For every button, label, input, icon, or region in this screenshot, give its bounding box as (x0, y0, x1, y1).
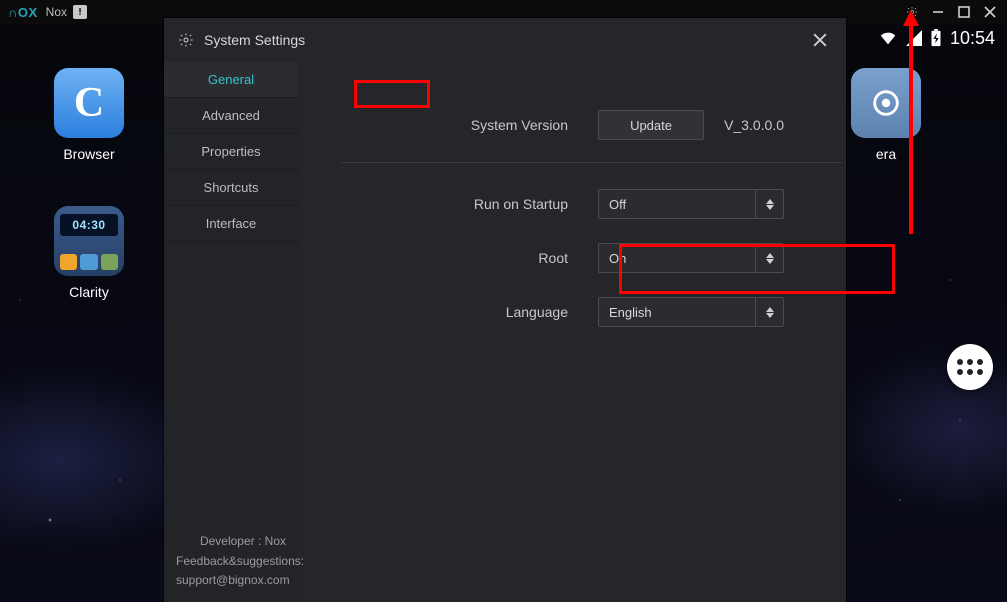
section-divider (342, 162, 842, 163)
tab-properties[interactable]: Properties (164, 134, 298, 170)
update-button[interactable]: Update (598, 110, 704, 140)
root-value: On (609, 251, 626, 266)
apps-drawer-button[interactable] (947, 344, 993, 390)
dialog-header: System Settings (164, 18, 846, 62)
dialog-close-button[interactable] (808, 28, 832, 52)
label-root: Root (298, 250, 598, 266)
tab-advanced[interactable]: Advanced (164, 98, 298, 134)
minimize-button[interactable] (925, 0, 951, 24)
battery-charging-icon (930, 29, 942, 47)
close-button[interactable] (977, 0, 1003, 24)
row-run-on-startup: Run on Startup Off (298, 177, 842, 231)
row-language: Language English (298, 285, 842, 339)
browser-app-icon[interactable]: C Browser (54, 68, 124, 162)
tab-general[interactable]: General (164, 62, 298, 98)
tab-interface[interactable]: Interface (164, 206, 298, 242)
version-text: V_3.0.0.0 (724, 117, 784, 133)
language-value: English (609, 305, 652, 320)
desktop-icons: C Browser 04:30 Clarity (54, 68, 124, 300)
sidebar-footer: Developer : Nox Feedback&suggestions: su… (164, 520, 298, 602)
root-select[interactable]: On (598, 243, 784, 273)
status-time: 10:54 (950, 28, 995, 49)
row-system-version: System Version Update V_3.0.0.0 (298, 98, 842, 152)
system-settings-dialog: System Settings General Advanced Propert… (164, 18, 846, 602)
tab-shortcuts[interactable]: Shortcuts (164, 170, 298, 206)
signal-icon (906, 30, 922, 46)
app-label: Browser (63, 146, 114, 162)
app-name: Nox (46, 5, 67, 19)
maximize-button[interactable] (951, 0, 977, 24)
settings-content: System Version Update V_3.0.0.0 Run on S… (298, 62, 882, 602)
app-label: Clarity (69, 284, 109, 300)
label-language: Language (298, 304, 598, 320)
label-system-version: System Version (298, 117, 598, 133)
startup-select[interactable]: Off (598, 189, 784, 219)
label-startup: Run on Startup (298, 196, 598, 212)
stepper-arrows-icon (755, 298, 783, 326)
stepper-arrows-icon (755, 244, 783, 272)
settings-gear-icon[interactable] (899, 0, 925, 24)
notification-badge-icon[interactable]: ! (73, 5, 87, 19)
nox-logo: ∩OX (8, 5, 38, 20)
dialog-title: System Settings (204, 32, 808, 48)
startup-value: Off (609, 197, 626, 212)
settings-sidebar: General Advanced Properties Shortcuts In… (164, 62, 298, 602)
stepper-arrows-icon (755, 190, 783, 218)
wifi-icon (878, 30, 898, 46)
android-status-bar: 10:54 (878, 24, 1007, 52)
clarity-app-icon[interactable]: 04:30 Clarity (54, 206, 124, 300)
gear-icon (178, 32, 194, 48)
row-root: Root On (298, 231, 842, 285)
language-select[interactable]: English (598, 297, 784, 327)
